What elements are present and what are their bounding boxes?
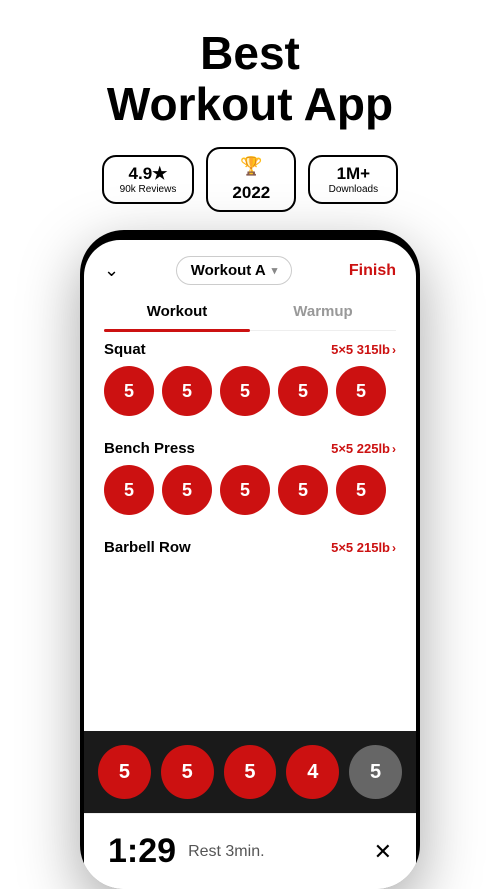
exercise-name-bench: Bench Press [104, 440, 195, 457]
rest-countdown: 1:29 [108, 832, 176, 871]
exercise-bench: Bench Press 5×5 225lb › 5 5 5 5 5 [84, 430, 416, 529]
bench-set-3[interactable]: 5 [220, 465, 270, 515]
downloads-value: 1M+ [337, 164, 371, 184]
exercise-sets-bench[interactable]: 5×5 225lb › [331, 441, 396, 456]
rest-time-section: 1:29 Rest 3min. [108, 832, 265, 871]
squat-set-5[interactable]: 5 [336, 366, 386, 416]
phone-screen: ⌄ Workout A ▾ Finish Workout Warmup [84, 240, 416, 889]
bottom-set-1[interactable]: 5 [98, 745, 151, 799]
chevron-right-icon-2: › [392, 442, 396, 456]
bottom-bar: 5 5 5 4 5 [84, 731, 416, 813]
rating-sub: 90k Reviews [120, 184, 177, 195]
exercise-sets-squat[interactable]: 5×5 315lb › [331, 342, 396, 357]
exercise-name-barbell: Barbell Row [104, 539, 191, 556]
squat-set-3[interactable]: 5 [220, 366, 270, 416]
bench-set-4[interactable]: 5 [278, 465, 328, 515]
exercise-sets-barbell[interactable]: 5×5 215lb › [331, 540, 396, 555]
squat-circles: 5 5 5 5 5 [104, 366, 396, 426]
workout-selector[interactable]: Workout A ▾ [176, 256, 293, 285]
bottom-set-2[interactable]: 5 [161, 745, 214, 799]
bench-set-2[interactable]: 5 [162, 465, 212, 515]
trophy-icon: 🏆 [240, 156, 262, 177]
badges-row: 4.9★ 90k Reviews 🏆 2022 1M+ Downloads [102, 147, 399, 212]
squat-set-4[interactable]: 5 [278, 366, 328, 416]
exercise-squat: Squat 5×5 315lb › 5 5 5 5 5 [84, 331, 416, 430]
chevron-right-icon: › [392, 343, 396, 357]
bottom-set-3[interactable]: 5 [224, 745, 277, 799]
rating-value: 4.9★ [129, 164, 168, 184]
downloads-sub: Downloads [329, 184, 378, 195]
tabs-bar: Workout Warmup [104, 293, 396, 331]
rating-badge: 4.9★ 90k Reviews [102, 155, 195, 204]
title-line2: Workout App [107, 78, 393, 130]
bench-set-1[interactable]: 5 [104, 465, 154, 515]
rest-label: Rest 3min. [188, 843, 264, 861]
headline: Best Workout App [20, 28, 480, 129]
phone-mockup: ⌄ Workout A ▾ Finish Workout Warmup [80, 230, 420, 889]
bench-set-5[interactable]: 5 [336, 465, 386, 515]
bottom-set-5[interactable]: 5 [349, 745, 402, 799]
header: Best Workout App [0, 0, 500, 147]
exercise-list: Squat 5×5 315lb › 5 5 5 5 5 [84, 331, 416, 731]
downloads-badge: 1M+ Downloads [308, 155, 398, 204]
app-header: ⌄ Workout A ▾ Finish [84, 240, 416, 293]
workout-name: Workout A [191, 262, 266, 279]
selector-arrow-icon: ▾ [272, 264, 278, 277]
bottom-set-4[interactable]: 4 [286, 745, 339, 799]
exercise-name-squat: Squat [104, 341, 146, 358]
rest-timer: 1:29 Rest 3min. ✕ [84, 813, 416, 889]
tab-workout[interactable]: Workout [104, 293, 250, 330]
bench-circles: 5 5 5 5 5 [104, 465, 396, 525]
squat-set-1[interactable]: 5 [104, 366, 154, 416]
title-line1: Best [200, 27, 300, 79]
chevron-down-icon[interactable]: ⌄ [104, 260, 119, 281]
finish-button[interactable]: Finish [349, 262, 396, 280]
award-year: 2022 [232, 183, 270, 203]
award-badge: 🏆 2022 [206, 147, 296, 212]
tab-warmup[interactable]: Warmup [250, 293, 396, 330]
close-timer-icon[interactable]: ✕ [374, 839, 392, 865]
phone-frame: ⌄ Workout A ▾ Finish Workout Warmup [80, 230, 420, 889]
squat-set-2[interactable]: 5 [162, 366, 212, 416]
exercise-barbell-row: Barbell Row 5×5 215lb › [84, 529, 416, 568]
chevron-right-icon-3: › [392, 541, 396, 555]
